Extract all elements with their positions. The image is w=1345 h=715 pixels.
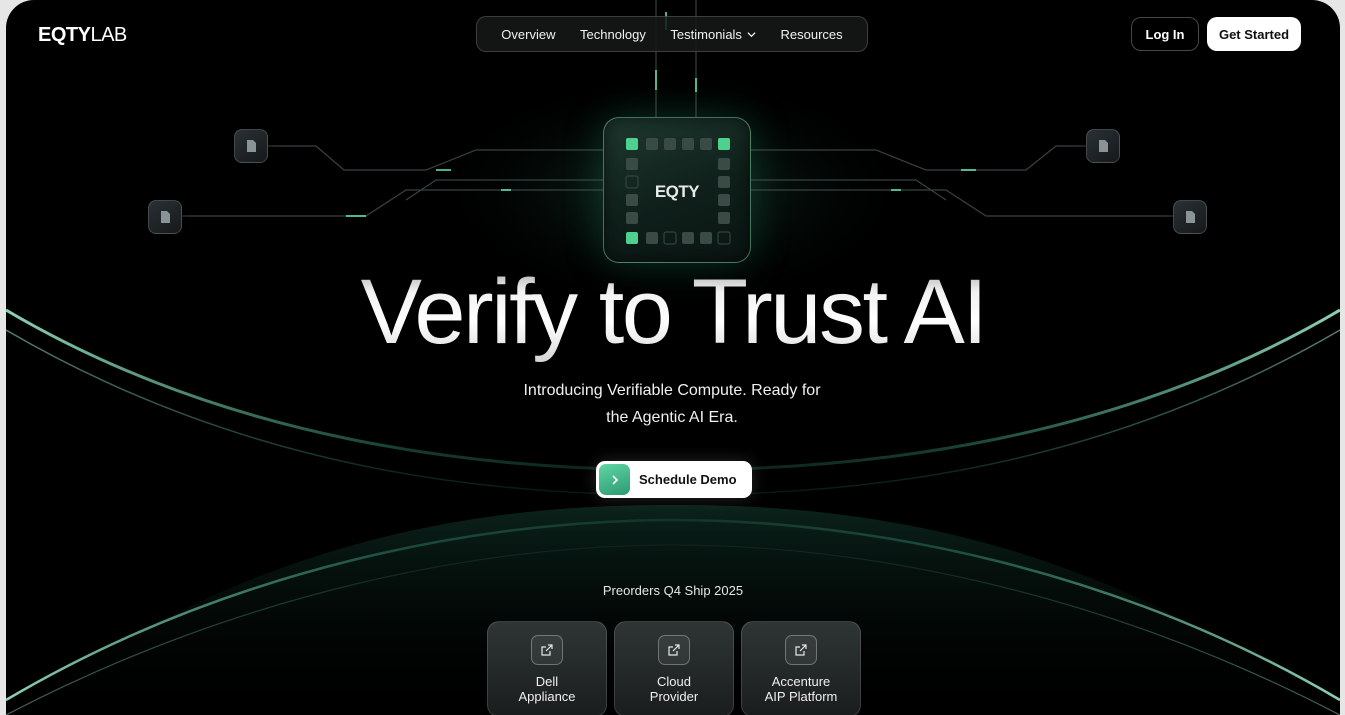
preorder-card-accenture[interactable]: Accenture AIP Platform bbox=[741, 621, 861, 715]
hero-subtitle: Introducing Verifiable Compute. Ready fo… bbox=[472, 377, 872, 431]
external-link-icon bbox=[531, 635, 563, 665]
login-button[interactable]: Log In bbox=[1131, 17, 1199, 51]
circuit-node-top-left bbox=[234, 129, 268, 163]
nav-item-label: Testimonials bbox=[670, 26, 742, 42]
circuit-node-mid-right bbox=[1173, 200, 1207, 234]
schedule-demo-label: Schedule Demo bbox=[639, 472, 737, 487]
hero-subtitle-line: Introducing Verifiable Compute. Ready fo… bbox=[523, 382, 821, 399]
card-label-line: Accenture bbox=[771, 674, 831, 689]
nav-item-technology[interactable]: Technology bbox=[580, 27, 646, 42]
arrow-right-icon bbox=[599, 464, 630, 495]
logo-text-light: LAB bbox=[90, 24, 127, 46]
nav-item-testimonials[interactable]: Testimonials bbox=[670, 27, 756, 42]
card-label-line: Appliance bbox=[518, 689, 576, 704]
card-label-line: Provider bbox=[649, 689, 699, 704]
logo-text-bold: EQTY bbox=[38, 24, 91, 46]
preorder-card-dell[interactable]: Dell Appliance bbox=[487, 621, 607, 715]
circuit-node-mid-left bbox=[148, 200, 182, 234]
document-icon bbox=[1186, 211, 1195, 223]
card-label: Dell Appliance bbox=[488, 674, 606, 704]
preorder-text: Preorders Q4 Ship 2025 bbox=[602, 583, 744, 598]
hero-subtitle-line: the Agentic AI Era. bbox=[606, 409, 738, 426]
card-label: Accenture AIP Platform bbox=[742, 674, 860, 704]
preorder-card-cloud[interactable]: Cloud Provider bbox=[614, 621, 734, 715]
external-link-icon bbox=[785, 635, 817, 665]
document-icon bbox=[247, 140, 256, 152]
schedule-demo-button[interactable]: Schedule Demo bbox=[596, 461, 752, 498]
card-label: Cloud Provider bbox=[615, 674, 733, 704]
card-label-line: AIP Platform bbox=[764, 689, 838, 704]
card-label-line: Cloud bbox=[657, 674, 691, 689]
processor-chip: EQTY bbox=[603, 117, 751, 263]
nav-item-overview[interactable]: Overview bbox=[501, 27, 555, 42]
chip-label: EQTY bbox=[654, 182, 700, 201]
hero-title: Verify to Trust AI bbox=[6, 262, 1340, 362]
card-label-line: Dell bbox=[535, 674, 559, 689]
main-nav: Overview Technology Testimonials Resourc… bbox=[476, 16, 868, 52]
get-started-button[interactable]: Get Started bbox=[1207, 17, 1301, 51]
brand-logo[interactable]: EQTYLAB bbox=[38, 24, 127, 46]
nav-item-label: Technology bbox=[580, 26, 646, 42]
page-frame: EQTYLAB Overview Technology Testimonials… bbox=[6, 0, 1340, 715]
chevron-down-icon bbox=[747, 31, 756, 37]
nav-item-label: Resources bbox=[780, 26, 843, 42]
document-icon bbox=[1099, 140, 1108, 152]
top-navbar: EQTYLAB Overview Technology Testimonials… bbox=[6, 0, 1340, 68]
external-link-icon bbox=[658, 635, 690, 665]
document-icon bbox=[161, 211, 170, 223]
nav-item-label: Overview bbox=[501, 26, 556, 42]
circuit-node-top-right bbox=[1086, 129, 1120, 163]
nav-item-resources[interactable]: Resources bbox=[781, 27, 843, 42]
